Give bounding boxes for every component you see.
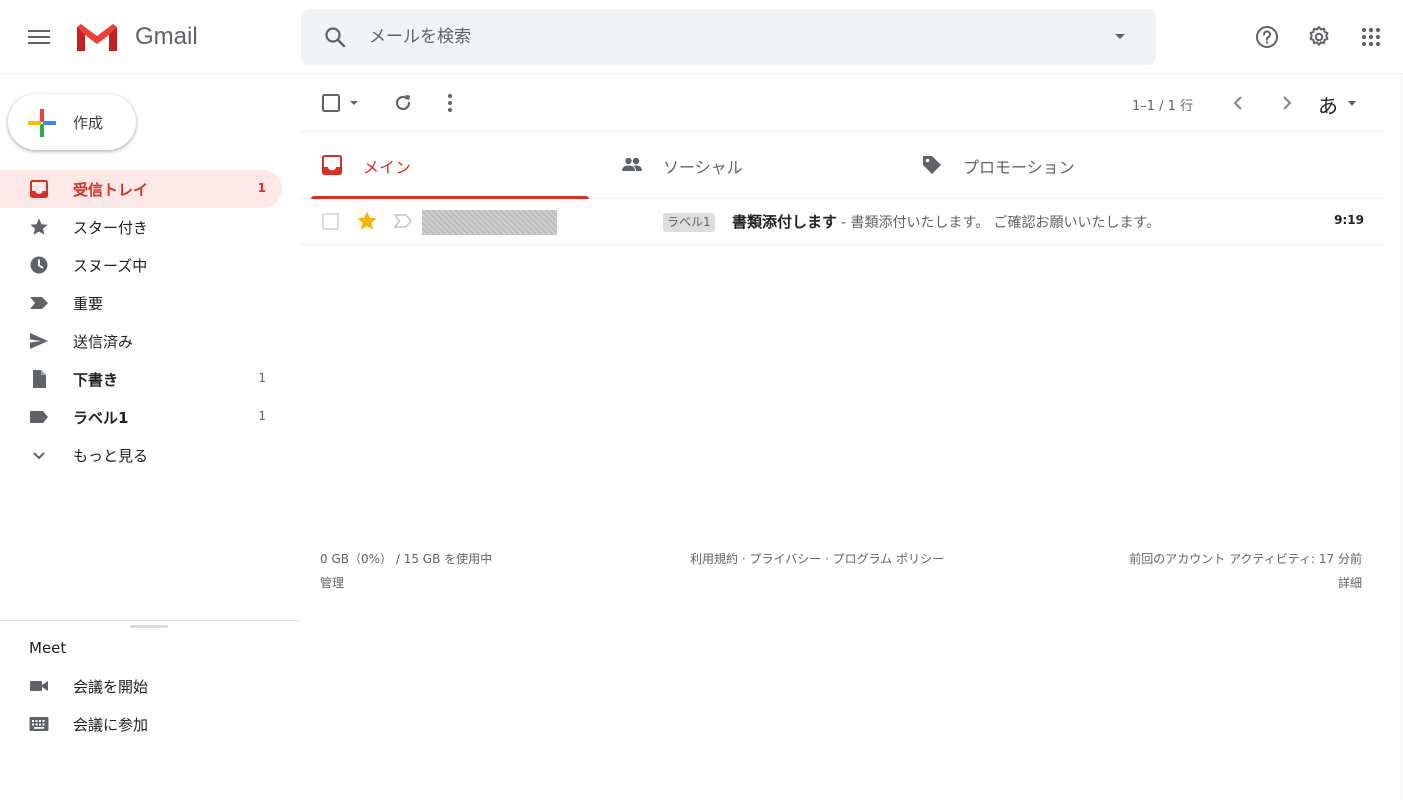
send-icon — [30, 333, 48, 349]
search-options-caret-icon[interactable] — [1115, 34, 1125, 39]
policies-links[interactable]: 利用規約 · プライバシー · プログラム ポリシー — [690, 550, 944, 567]
top-bar: Gmail — [0, 0, 1403, 74]
help-icon[interactable] — [1255, 25, 1279, 49]
sidebar-item-starred[interactable]: スター付き — [0, 208, 282, 246]
search-input[interactable] — [369, 23, 1069, 51]
email-snippet: - 書類添付いたします。 ご確認お願いいたします。 — [841, 215, 1161, 231]
draft-icon — [33, 370, 46, 388]
tab-label: プロモーション — [963, 158, 1075, 177]
sidebar-item-more[interactable]: もっと見る — [0, 436, 282, 474]
tag-icon — [923, 156, 941, 174]
star-icon[interactable] — [356, 210, 378, 232]
tab-social[interactable]: ソーシャル — [601, 132, 889, 199]
email-subject: 書類添付します — [732, 213, 838, 231]
tab-main[interactable]: メイン — [301, 132, 589, 199]
unread-count: 1 — [257, 181, 266, 195]
important-marker-icon[interactable] — [393, 213, 413, 229]
email-checkbox[interactable] — [322, 213, 339, 230]
activity-details-link[interactable]: 詳細 — [1338, 574, 1362, 591]
clock-icon — [30, 256, 48, 274]
sidebar-item-label: スター付き — [73, 219, 149, 237]
sidebar-item-sent[interactable]: 送信済み — [0, 322, 282, 360]
storage-usage: 0 GB（0%） / 15 GB を使用中 — [320, 552, 493, 566]
people-icon — [622, 157, 642, 171]
meet-item-label: 会議に参加 — [73, 716, 149, 734]
compose-button[interactable]: 作成 — [8, 94, 136, 150]
email-row[interactable]: ラベル1 書類添付します - 書類添付いたします。 ご確認お願いいたします。 9… — [301, 199, 1384, 245]
inbox-icon — [30, 180, 48, 198]
sidebar-item-important[interactable]: 重要 — [0, 284, 282, 322]
select-caret-icon[interactable] — [349, 99, 359, 107]
chevron-left-icon[interactable] — [1230, 94, 1248, 112]
last-activity: 前回のアカウント アクティビティ: 17 分前 — [1129, 552, 1362, 566]
sidebar-item-drafts[interactable]: 下書き 1 — [0, 360, 282, 398]
sidebar-item-label: ラベル1 — [73, 409, 129, 427]
sidebar-item-label: スヌーズ中 — [73, 257, 148, 275]
resize-handle[interactable] — [130, 625, 168, 628]
sidebar-item-label: 下書き — [73, 371, 119, 389]
tab-label: ソーシャル — [663, 158, 743, 177]
label-icon — [30, 411, 48, 423]
chevron-down-icon — [33, 452, 45, 460]
content-right-border — [1401, 74, 1402, 800]
sidebar-item-snoozed[interactable]: スヌーズ中 — [0, 246, 282, 284]
sidebar-item-label: 重要 — [73, 295, 104, 313]
sidebar-item-label: 送信済み — [73, 333, 134, 351]
app-logo-text[interactable]: Gmail — [135, 23, 198, 51]
keyboard-icon — [29, 717, 49, 731]
meet-section-title: Meet — [29, 639, 67, 657]
hamburger-icon[interactable] — [28, 26, 52, 50]
compose-label: 作成 — [73, 114, 104, 132]
inbox-icon — [322, 155, 342, 175]
sidebar-item-label: もっと見る — [73, 447, 149, 465]
meet-join-meeting[interactable]: 会議に参加 — [0, 706, 282, 742]
input-tools-caret-icon[interactable] — [1348, 101, 1356, 106]
more-vert-icon[interactable] — [440, 92, 460, 114]
apps-grid-icon[interactable] — [1359, 25, 1383, 49]
chevron-right-icon[interactable] — [1277, 94, 1295, 112]
meet-item-label: 会議を開始 — [73, 678, 149, 696]
sidebar-item-label: 受信トレイ — [73, 181, 149, 199]
manage-storage-link[interactable]: 管理 — [320, 574, 344, 591]
sender-name-redacted — [422, 210, 557, 235]
select-all-checkbox[interactable] — [321, 93, 341, 113]
sidebar-divider — [0, 620, 300, 621]
email-time: 9:19 — [1334, 213, 1364, 227]
refresh-icon[interactable] — [392, 92, 414, 114]
label-count: 1 — [258, 409, 266, 423]
video-icon — [30, 681, 48, 691]
sidebar-item-inbox[interactable]: 受信トレイ 1 — [0, 170, 282, 208]
input-tools-button[interactable]: あ — [1318, 90, 1338, 119]
pagination-text: 1–1 / 1 行 — [1132, 99, 1194, 114]
gmail-logo-icon[interactable] — [75, 21, 119, 53]
draft-count: 1 — [258, 371, 266, 385]
meet-start-meeting[interactable]: 会議を開始 — [0, 668, 282, 704]
sidebar-nav: 受信トレイ 1 スター付き スヌーズ中 重要 送信済み 下書き 1 ラベル1 1… — [0, 170, 282, 474]
tab-promotions[interactable]: プロモーション — [901, 132, 1189, 199]
sidebar-item-label1[interactable]: ラベル1 1 — [0, 398, 282, 436]
plus-icon — [28, 109, 56, 137]
category-tabs: メイン ソーシャル プロモーション — [301, 131, 1384, 199]
important-icon — [30, 297, 48, 309]
email-label-chip[interactable]: ラベル1 — [663, 213, 715, 232]
tab-label: メイン — [363, 158, 412, 177]
search-icon[interactable] — [323, 25, 347, 49]
search-bar — [301, 9, 1156, 65]
star-icon — [30, 218, 48, 235]
gear-icon[interactable] — [1307, 25, 1331, 49]
